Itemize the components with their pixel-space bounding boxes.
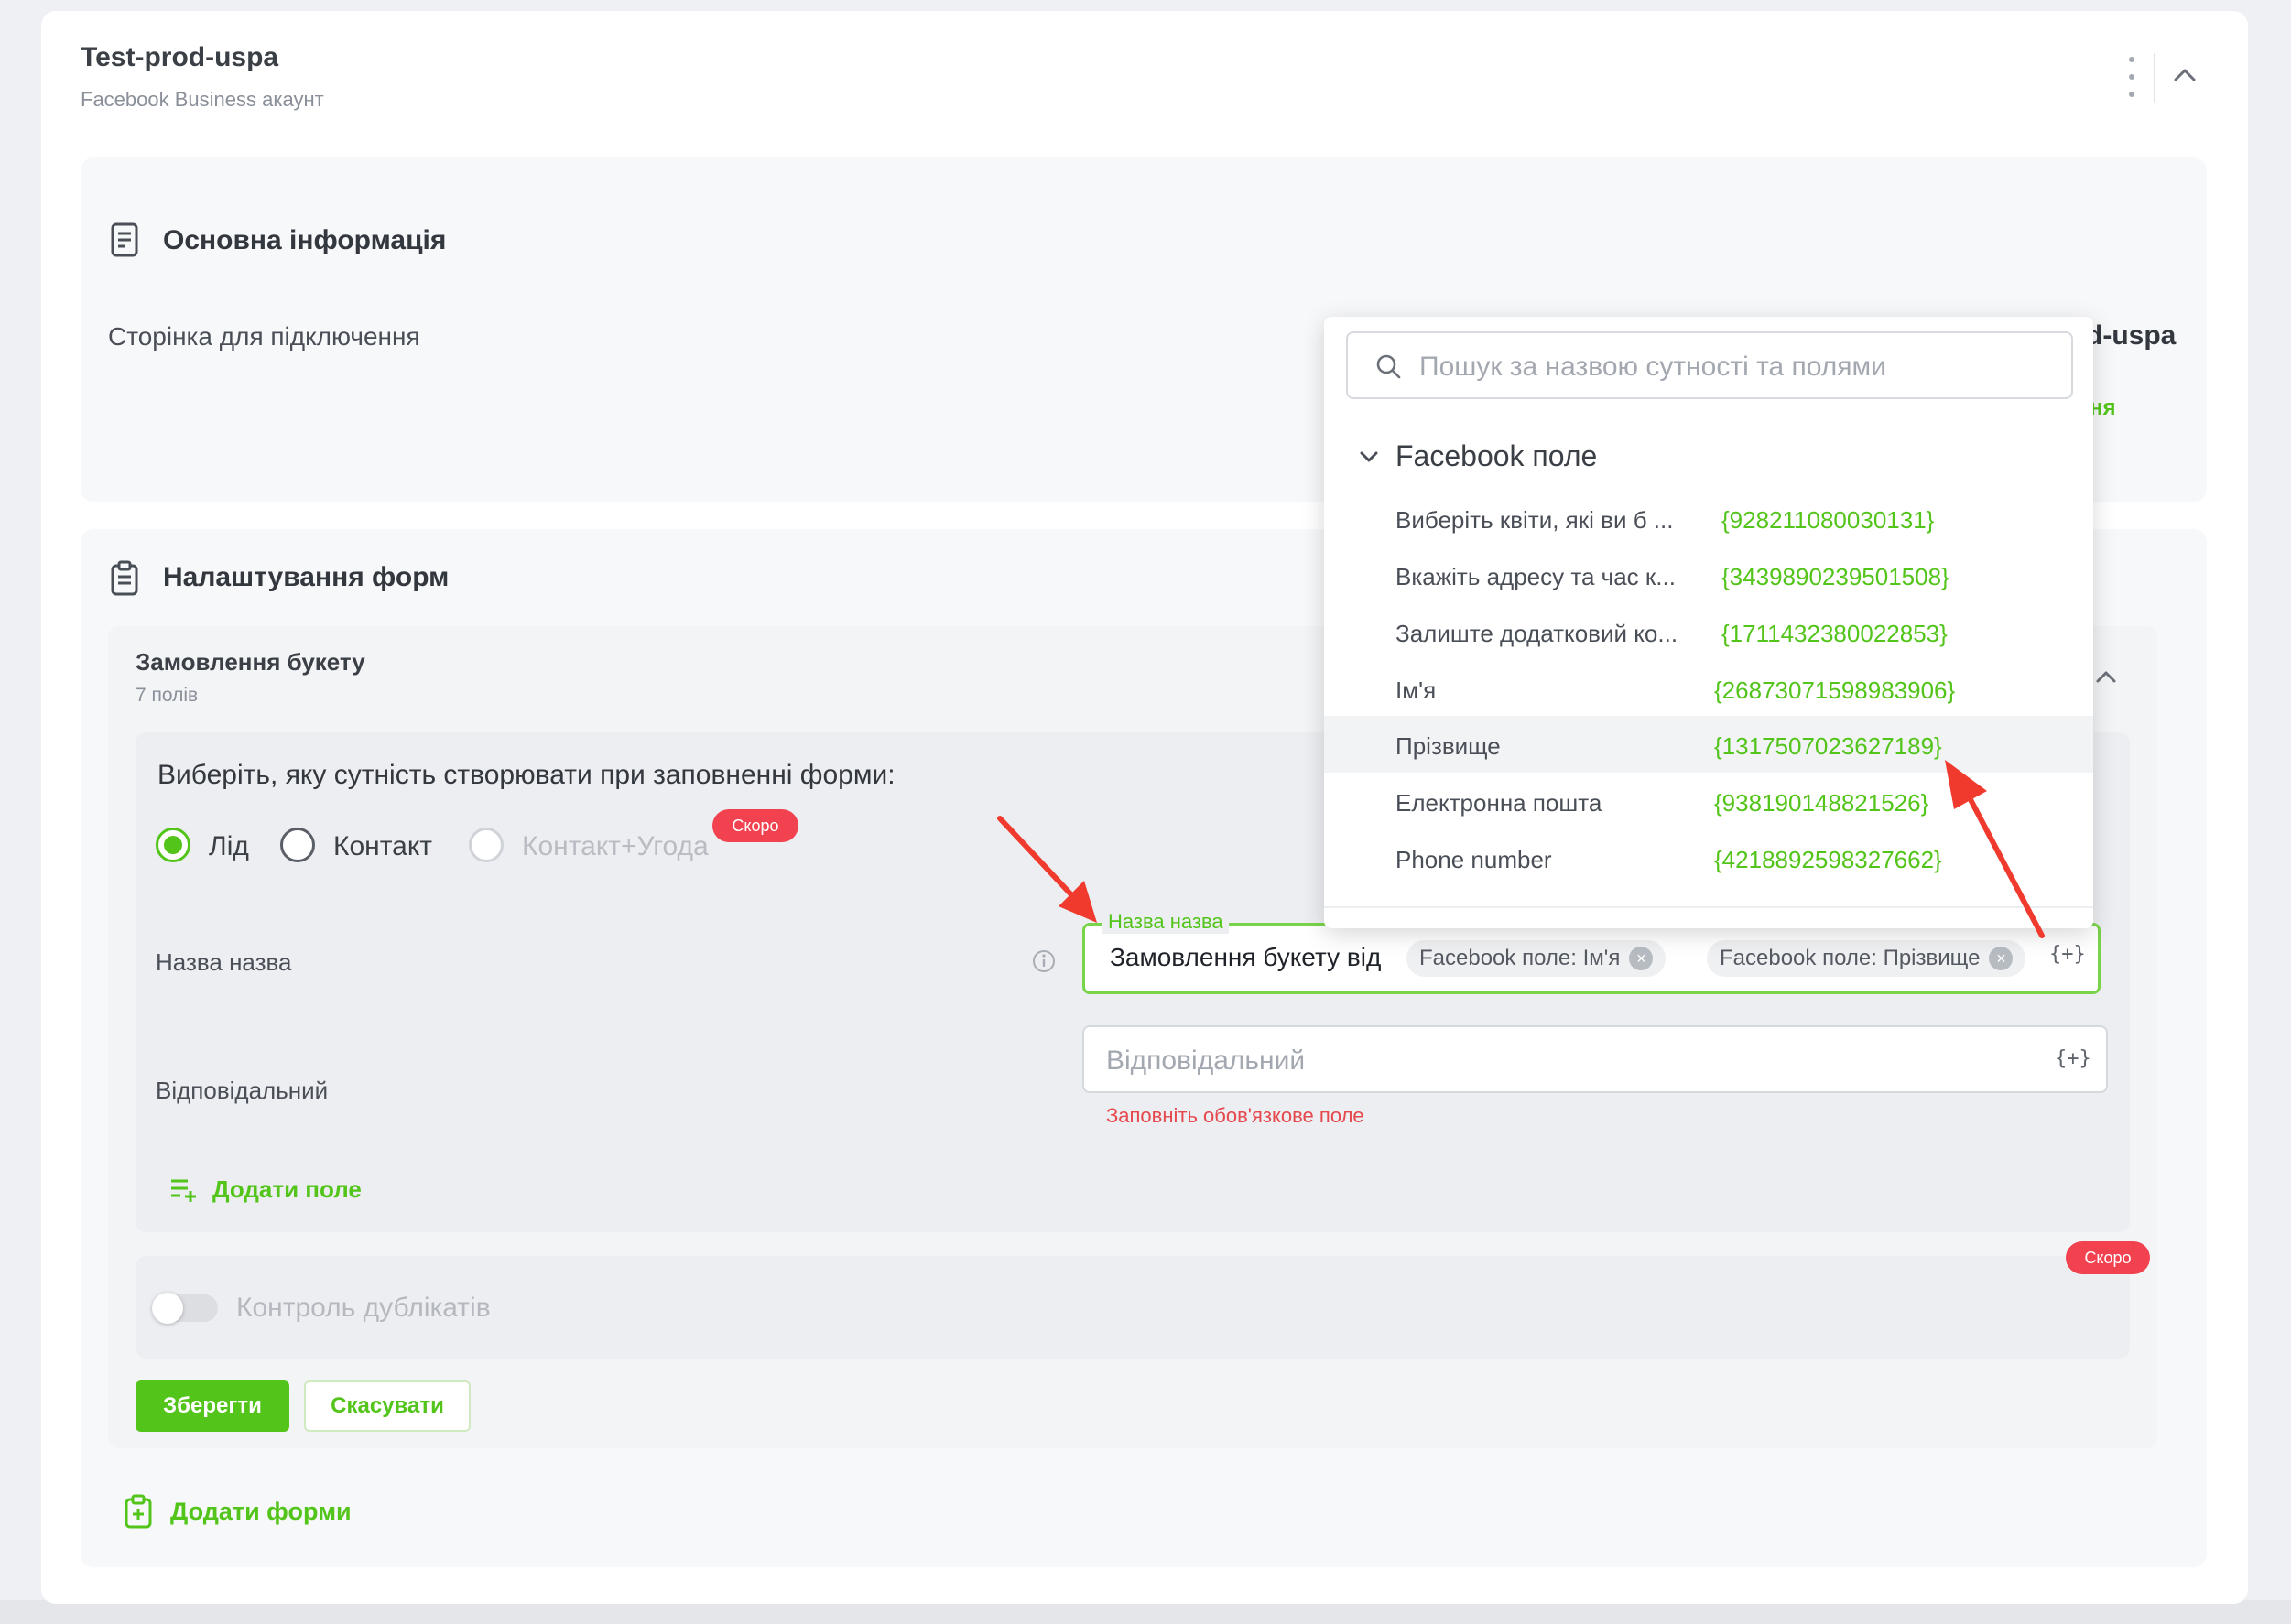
duplicates-soon-badge: Скоро (2066, 1241, 2150, 1274)
chevron-up-icon[interactable] (2168, 59, 2201, 92)
dropdown-item-value[interactable]: {1317507023627189} (1714, 732, 1942, 761)
chevron-down-icon[interactable] (1355, 443, 1383, 471)
form-field-count: 7 полів (136, 685, 199, 706)
dropdown-item-name[interactable]: Електронна пошта (1395, 789, 1602, 817)
clipboard-icon (111, 560, 138, 596)
search-icon (1376, 354, 1401, 379)
close-icon[interactable]: × (1629, 947, 1654, 970)
chip-first-name-label: Facebook поле: Ім'я (1419, 946, 1621, 970)
radio-lead[interactable] (156, 828, 190, 862)
dropdown-item-name[interactable]: Phone number (1395, 846, 1552, 874)
name-field-label: Назва назва (156, 948, 292, 976)
form-name: Замовлення букету (136, 648, 365, 676)
dropdown-item-name[interactable]: Вкажіть адресу та час к... (1395, 563, 1676, 591)
dropdown-item-value[interactable]: {938190148821526} (1714, 789, 1928, 817)
kebab-icon[interactable] (2121, 57, 2143, 97)
responsible-error: Заповніть обов'язкове поле (1106, 1104, 1364, 1127)
add-list-icon[interactable] (168, 1174, 200, 1205)
add-forms-button[interactable]: Додати форми (170, 1498, 352, 1526)
document-icon (111, 222, 138, 257)
responsible-placeholder: Відповідальний (1106, 1045, 1306, 1076)
radio-contact-label[interactable]: Контакт (333, 831, 432, 862)
responsible-field-label: Відповідальний (156, 1077, 329, 1104)
dropdown-item-name[interactable]: Прізвище (1395, 732, 1501, 761)
header-divider (2154, 53, 2155, 103)
clipboard-plus-icon[interactable] (123, 1494, 154, 1529)
dropdown-item-name[interactable]: Ім'я (1395, 677, 1436, 705)
save-button[interactable]: Зберегти (136, 1380, 289, 1432)
close-icon[interactable]: × (1989, 947, 2014, 970)
page-connect-value: d-uspa (2086, 320, 2177, 351)
arrow-icon (997, 816, 1097, 923)
cancel-button[interactable]: Скасувати (304, 1380, 471, 1432)
add-field-button[interactable]: Додати поле (212, 1175, 362, 1204)
radio-contact-deal (469, 828, 504, 862)
chip-last-name-label: Facebook поле: Прізвище (1720, 946, 1981, 970)
radio-contact[interactable] (280, 828, 315, 862)
dropdown-item-name[interactable]: Залиште додатковий ко... (1395, 620, 1678, 648)
entity-prompt: Виберіть, яку сутність створювати при за… (157, 760, 896, 790)
name-field-text[interactable]: Замовлення букету від (1110, 943, 1381, 972)
dropdown-item-value[interactable]: {26873071598983906} (1714, 677, 1955, 705)
dropdown-item-value[interactable]: {1711432380022853} (1721, 620, 1948, 648)
dropdown-item-value[interactable]: {928211080030131} (1721, 506, 1934, 535)
dropdown-item-value[interactable]: {3439890239501508} (1721, 563, 1949, 591)
forms-settings-title: Налаштування форм (163, 562, 450, 592)
duplicates-label: Контроль дублікатів (236, 1293, 491, 1323)
duplicates-toggle (152, 1293, 218, 1324)
form-chevron-up-icon[interactable] (2091, 663, 2121, 692)
insert-variable-icon[interactable]: {+} (2055, 1047, 2091, 1070)
dropdown-group-facebook[interactable]: Facebook поле (1395, 439, 1597, 473)
account-subtitle: Facebook Business акаунт (81, 88, 324, 111)
dropdown-item-value[interactable]: {4218892598327662} (1714, 846, 1942, 874)
page-connect-link[interactable]: ня (2090, 395, 2116, 421)
page-connect-label: Сторінка для підключення (108, 322, 420, 351)
soon-badge: Скоро (712, 809, 798, 842)
basic-info-title: Основна інформація (163, 225, 447, 255)
chip-last-name[interactable]: Facebook поле: Прізвище × (1707, 940, 2026, 977)
account-title: Test-prod-uspa (81, 42, 279, 72)
chip-first-name[interactable]: Facebook поле: Ім'я × (1406, 940, 1667, 977)
insert-variable-icon[interactable]: {+} (2049, 943, 2086, 966)
dropdown-search-placeholder: Пошук за назвою сутності та полями (1419, 352, 1886, 382)
radio-contact-deal-label: Контакт+Угода (522, 831, 709, 861)
name-field-float-label: Назва назва (1102, 910, 1229, 934)
dropdown-item-name[interactable]: Виберіть квіти, які ви б ... (1395, 506, 1673, 535)
radio-lead-label[interactable]: Лід (209, 831, 249, 862)
arrow-icon (1945, 760, 2045, 938)
dropdown-item[interactable] (1324, 661, 2093, 718)
info-icon[interactable] (1031, 948, 1057, 974)
